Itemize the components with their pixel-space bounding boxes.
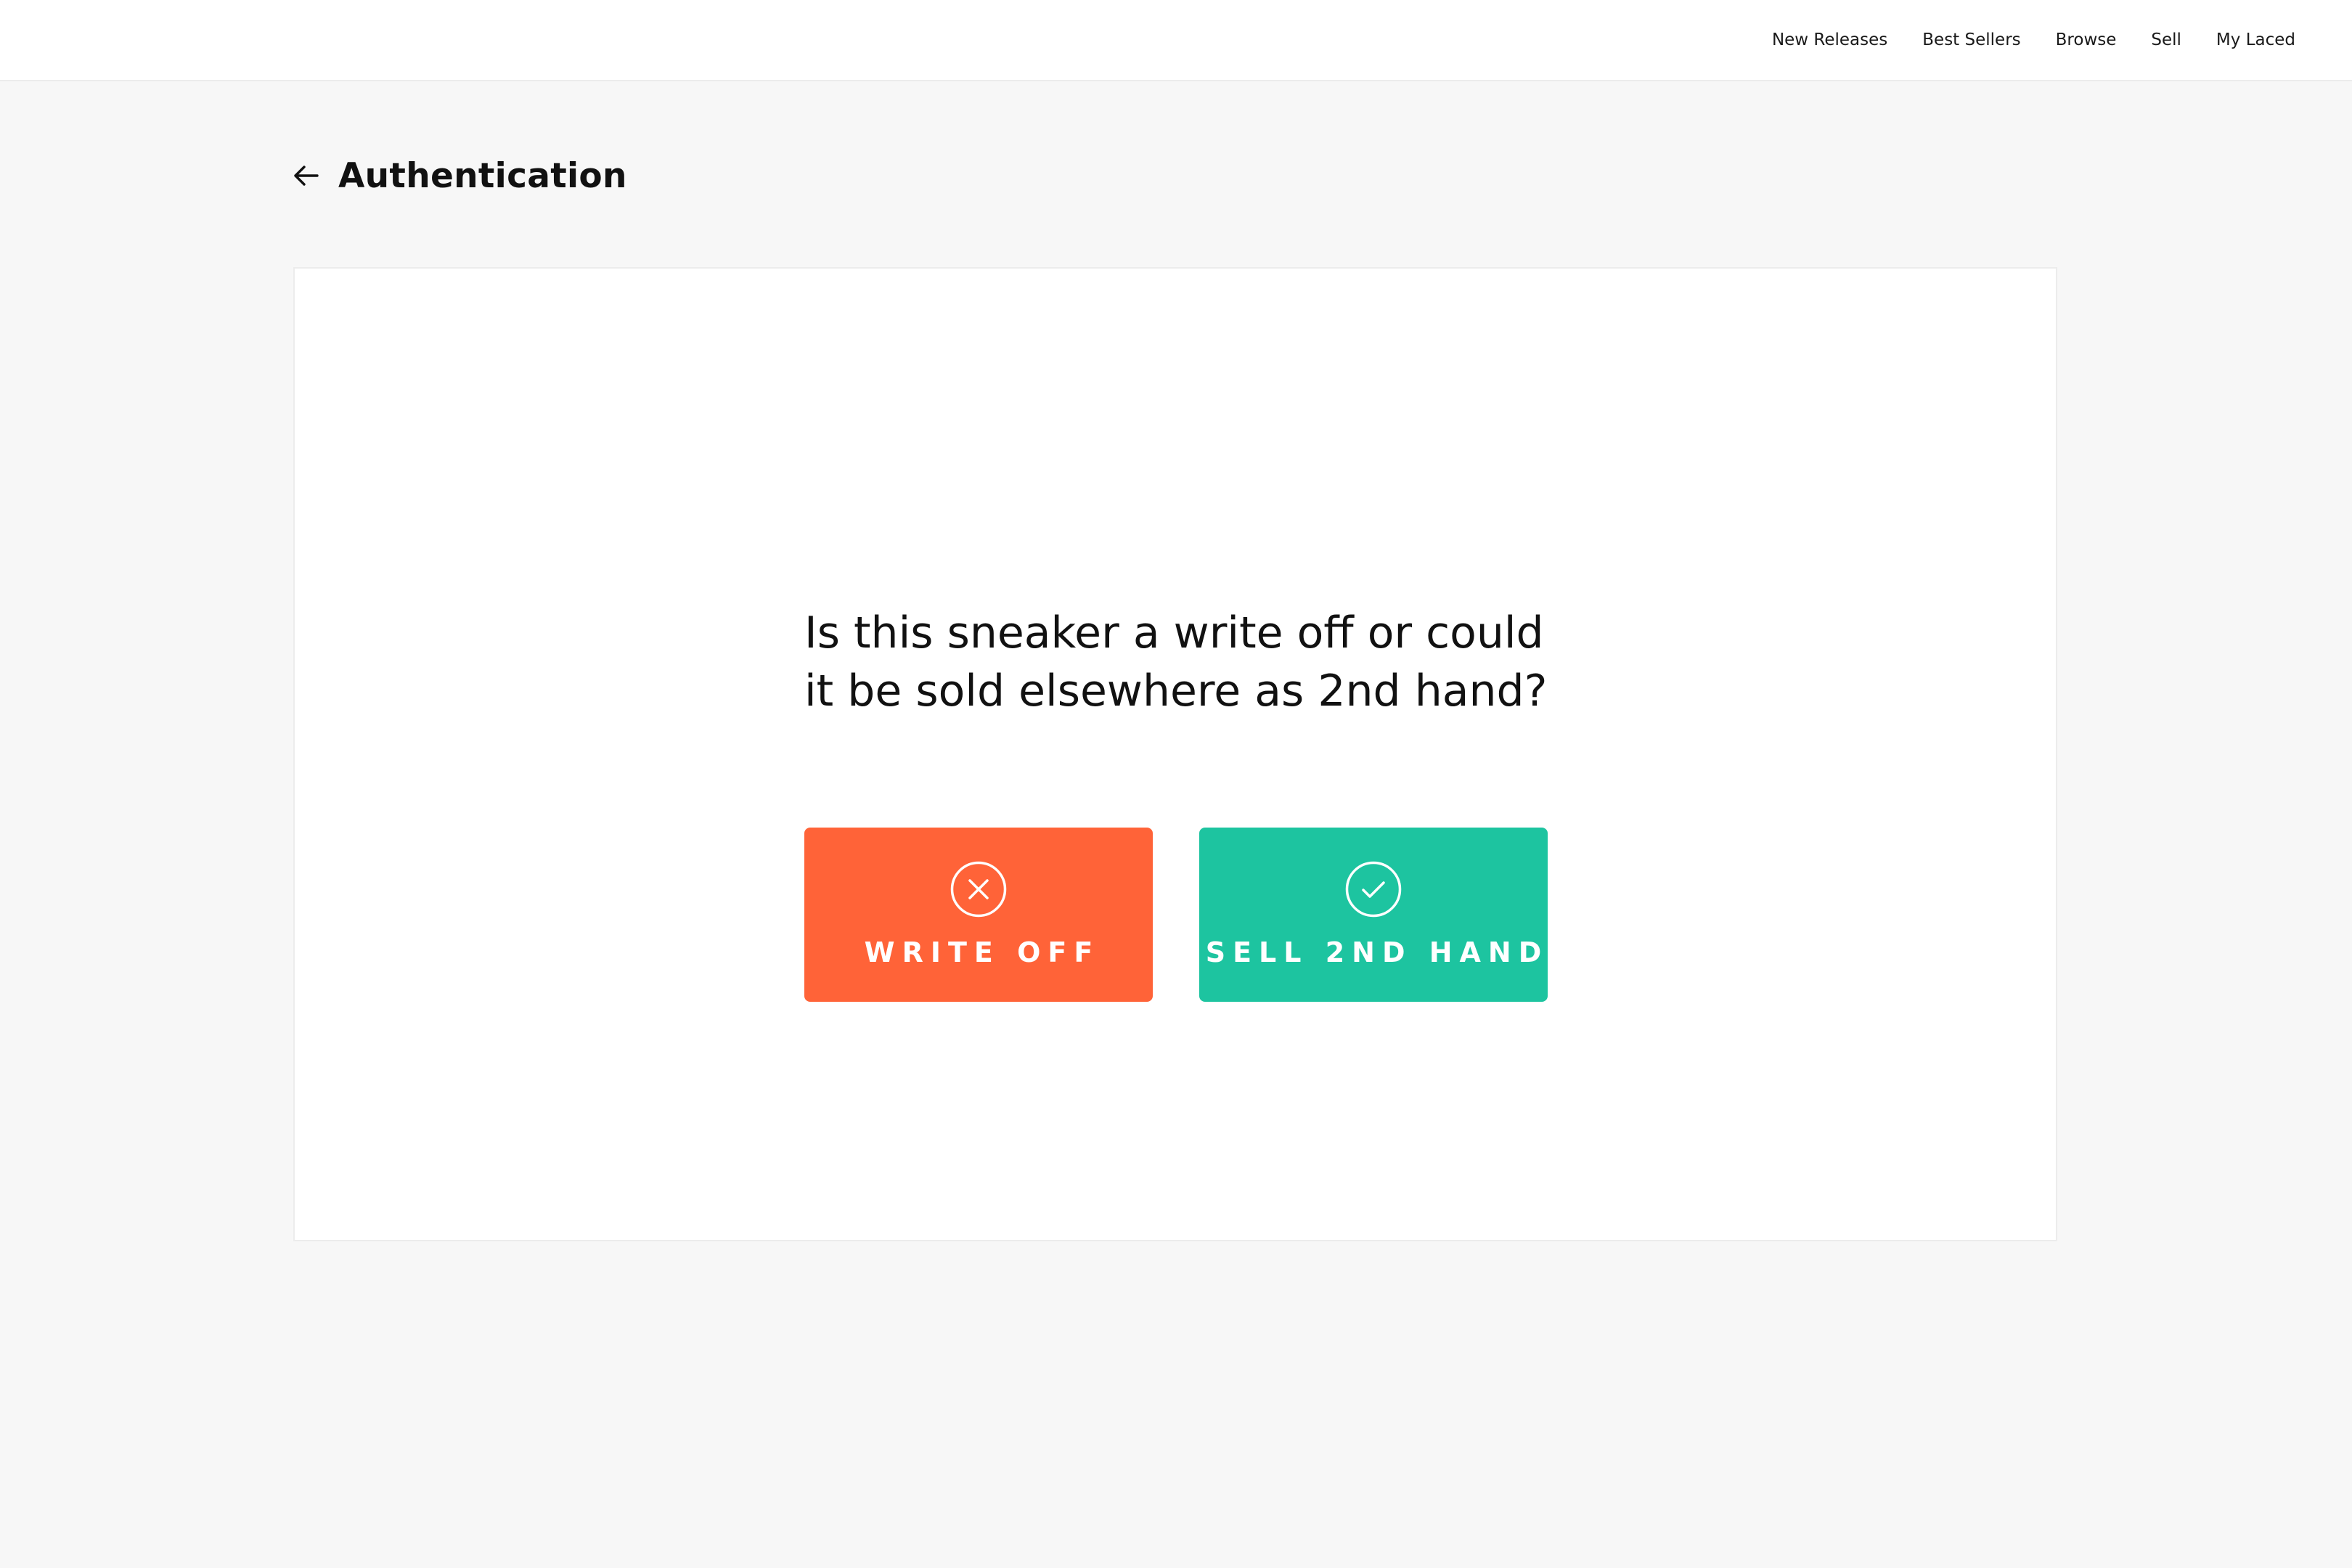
main-nav: New Releases Best Sellers Browse Sell My… (1772, 0, 2295, 80)
authentication-card: Is this sneaker a write off or could it … (293, 267, 2057, 1241)
page-header: Authentication (289, 149, 627, 203)
back-button[interactable] (289, 159, 322, 192)
nav-link-new-releases[interactable]: New Releases (1772, 30, 1887, 49)
nav-link-browse[interactable]: Browse (2056, 30, 2117, 49)
page-title: Authentication (338, 155, 627, 196)
nav-link-sell[interactable]: Sell (2151, 30, 2181, 49)
nav-link-my-laced[interactable]: My Laced (2216, 30, 2295, 49)
write-off-label: WRITE OFF (864, 936, 1101, 968)
arrow-left-icon (294, 166, 319, 186)
top-nav-bar: New Releases Best Sellers Browse Sell My… (0, 0, 2352, 81)
circle-check-icon (1345, 861, 1402, 918)
nav-link-best-sellers[interactable]: Best Sellers (1922, 30, 2020, 49)
write-off-button[interactable]: WRITE OFF (804, 828, 1153, 1002)
authentication-question: Is this sneaker a write off or could it … (804, 608, 1548, 716)
sell-2nd-hand-button[interactable]: SELL 2ND HAND (1199, 828, 1548, 1002)
circle-x-icon (950, 861, 1007, 918)
sell-2nd-hand-label: SELL 2ND HAND (1205, 936, 1549, 968)
